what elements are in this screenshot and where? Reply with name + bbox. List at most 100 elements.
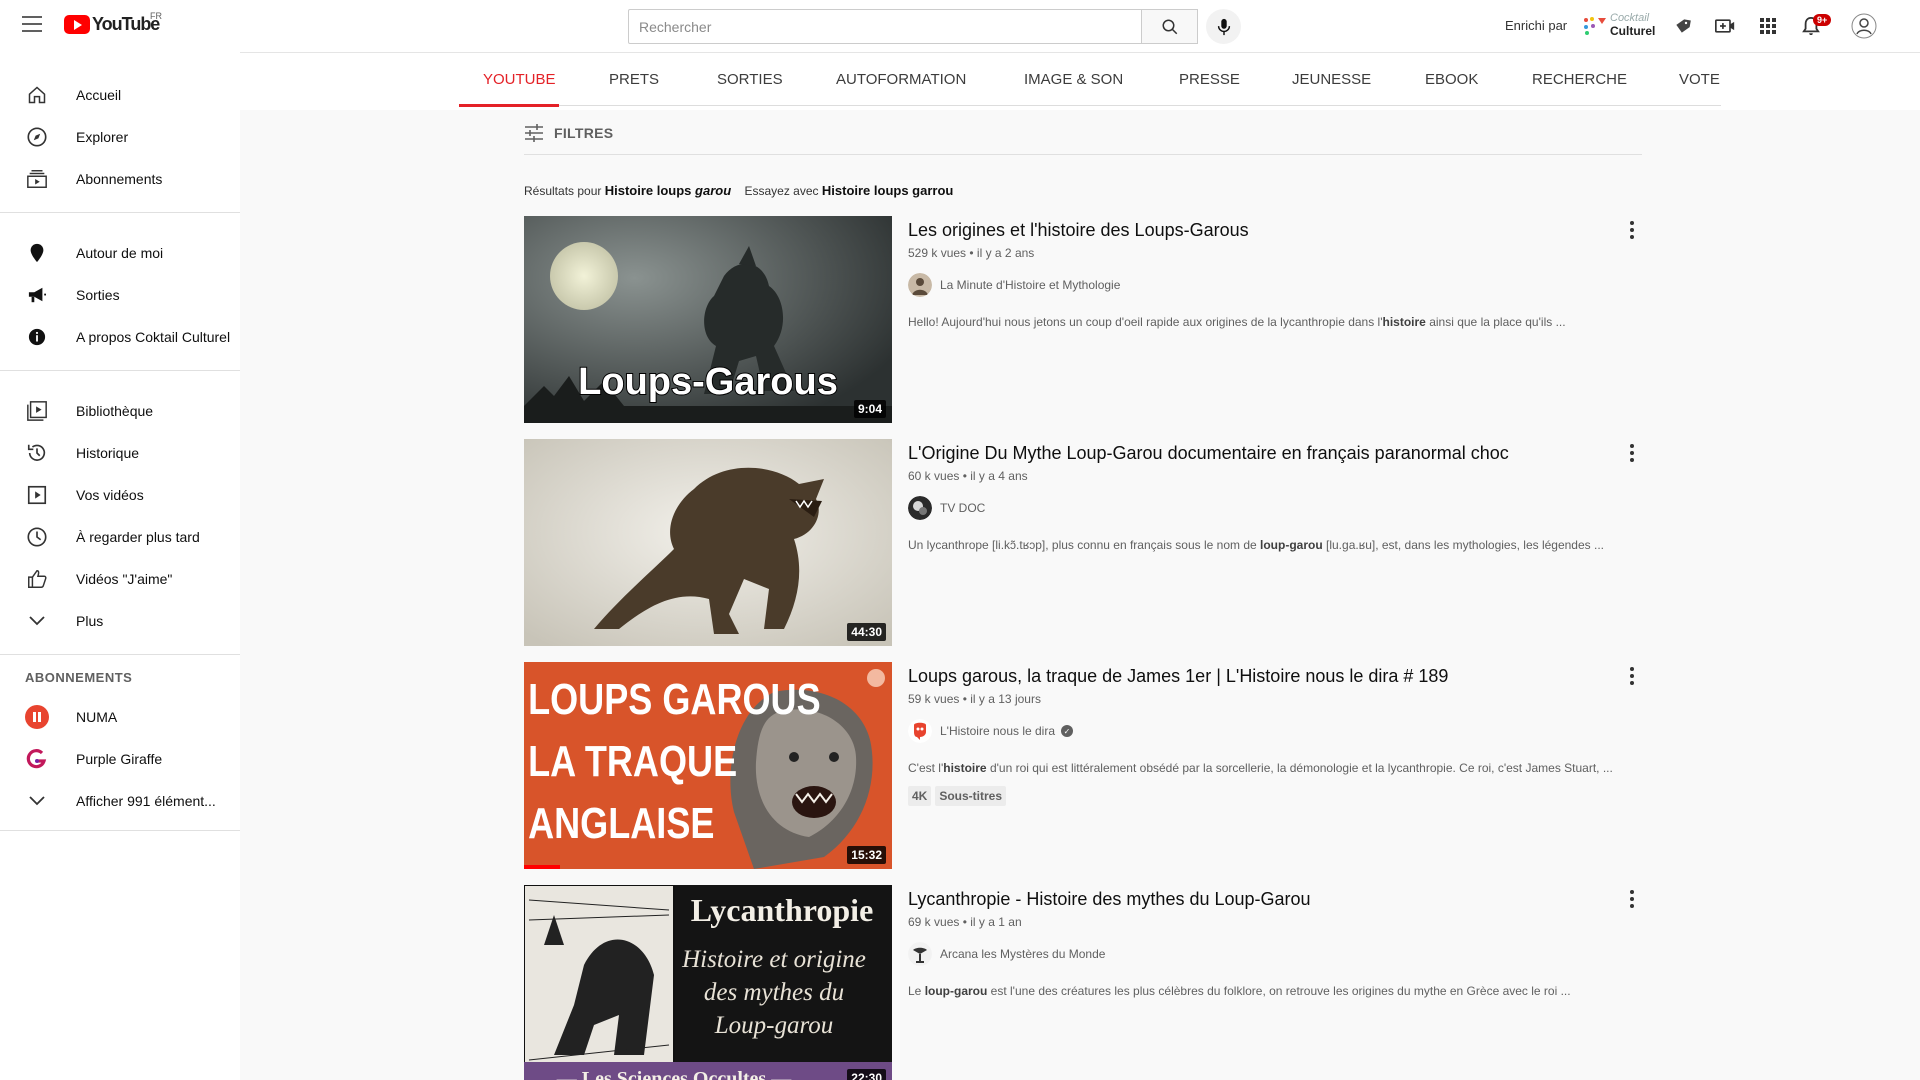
watch-later-icon <box>25 525 49 549</box>
tab-image-son[interactable]: IMAGE & SON <box>1024 71 1123 88</box>
sidebar-item-regarder-plus-tard[interactable]: À regarder plus tard <box>0 516 240 558</box>
thumbnail-text: Loup-garou <box>714 1012 834 1039</box>
menu-icon[interactable] <box>22 16 42 32</box>
video-result[interactable]: 44:30 L'Origine Du Mythe Loup-Garou docu… <box>524 439 1644 647</box>
video-title[interactable]: L'Origine Du Mythe Loup-Garou documentai… <box>908 443 1509 464</box>
suggested-query-link[interactable]: Histoire loups garrou <box>822 183 953 198</box>
video-result[interactable]: LOUPS GAROUS LA TRAQUE ANGLAISE 15:32 Lo… <box>524 662 1644 870</box>
upload-age: il y a 2 ans <box>976 246 1035 260</box>
sidebar-item-sorties[interactable]: Sorties <box>0 274 240 316</box>
description-text: Le <box>908 984 925 998</box>
sidebar-item-purple-giraffe[interactable]: Purple Giraffe <box>0 738 240 780</box>
tab-vote[interactable]: VOTE <box>1679 71 1720 88</box>
channel-link[interactable]: La Minute d'Histoire et Mythologie <box>908 273 1120 297</box>
video-title[interactable]: Les origines et l'histoire des Loups-Gar… <box>908 220 1249 241</box>
voice-search-button[interactable] <box>1206 9 1241 44</box>
video-badges: 4K Sous-titres <box>908 786 1010 806</box>
youtube-play-icon <box>64 15 90 34</box>
microphone-icon <box>1217 18 1230 35</box>
sidebar: Accueil Explorer Abonnements Autour de m… <box>0 52 240 1080</box>
sidebar-item-label: À regarder plus tard <box>76 529 200 545</box>
thumbnail-text: LA TRAQUE <box>528 737 737 786</box>
video-title[interactable]: Lycanthropie - Histoire des mythes du Lo… <box>908 889 1311 910</box>
channel-link[interactable]: Arcana les Mystères du Monde <box>908 942 1105 966</box>
sidebar-item-label: Purple Giraffe <box>76 751 163 767</box>
tab-prets[interactable]: PRETS <box>609 71 659 88</box>
youtube-logo[interactable]: YouTube FR <box>64 11 162 35</box>
thumbnail-traque-anglaise: LOUPS GAROUS LA TRAQUE ANGLAISE <box>524 662 892 869</box>
more-actions-icon[interactable] <box>1620 887 1644 911</box>
sidebar-item-historique[interactable]: Historique <box>0 432 240 474</box>
apps-button[interactable] <box>1757 15 1779 37</box>
more-actions-icon[interactable] <box>1620 218 1644 242</box>
sidebar-item-accueil[interactable]: Accueil <box>0 74 240 116</box>
video-title[interactable]: Loups garous, la traque de James 1er | L… <box>908 666 1448 687</box>
sidebar-item-explorer[interactable]: Explorer <box>0 116 240 158</box>
sidebar-item-numa[interactable]: NUMA <box>0 696 240 738</box>
thumbnail-lycanthropie: Lycanthropie Histoire et origine des myt… <box>524 885 892 1080</box>
tabs-baseline <box>459 105 1721 106</box>
video-result[interactable]: Loups-Garous 9:04 Les origines et l'hist… <box>524 216 1644 424</box>
channel-link[interactable]: L'Histoire nous le dira ✓ <box>908 719 1074 743</box>
video-thumbnail[interactable]: Loups-Garous 9:04 <box>524 216 892 423</box>
sidebar-item-abonnements[interactable]: Abonnements <box>0 158 240 200</box>
description-highlight: histoire <box>1382 315 1426 329</box>
channel-name: L'Histoire nous le dira <box>940 724 1056 738</box>
create-video-button[interactable] <box>1714 15 1736 37</box>
watch-progress-bar <box>524 865 560 869</box>
tag-button[interactable] <box>1672 15 1694 37</box>
sidebar-item-show-more-subscriptions[interactable]: Afficher 991 élément... <box>0 780 240 822</box>
thumbnail-loups-garous: Loups-Garous <box>524 216 892 423</box>
description-text: ainsi que la place qu'ils ... <box>1425 315 1566 329</box>
video-result[interactable]: Lycanthropie Histoire et origine des myt… <box>524 885 1644 1080</box>
description-text: C'est l' <box>908 761 944 775</box>
tab-jeunesse[interactable]: JEUNESSE <box>1292 71 1371 88</box>
history-icon <box>25 441 49 465</box>
sidebar-item-bibliotheque[interactable]: Bibliothèque <box>0 390 240 432</box>
sidebar-item-vos-videos[interactable]: Vos vidéos <box>0 474 240 516</box>
sidebar-item-plus[interactable]: Plus <box>0 600 240 642</box>
video-thumbnail[interactable]: 44:30 <box>524 439 892 646</box>
more-actions-icon[interactable] <box>1620 664 1644 688</box>
tab-recherche[interactable]: RECHERCHE <box>1532 71 1627 88</box>
sidebar-item-videos-jaime[interactable]: Vidéos "J'aime" <box>0 558 240 600</box>
library-icon <box>25 399 49 423</box>
video-metadata: 60 k vues • il y a 4 ans <box>908 469 1028 483</box>
sidebar-item-label: Vidéos "J'aime" <box>76 571 173 587</box>
view-count: 529 k vues <box>908 246 967 260</box>
apps-grid-icon <box>1760 18 1776 34</box>
your-videos-icon <box>25 483 49 507</box>
sidebar-item-label: Abonnements <box>76 171 163 187</box>
channel-avatar <box>908 273 932 297</box>
thumbnail-text: LOUPS GAROUS <box>528 675 821 724</box>
thumbnail-title: Lycanthropie <box>691 892 874 928</box>
account-avatar[interactable] <box>1851 13 1877 39</box>
filters-button[interactable]: FILTRES <box>524 124 613 142</box>
more-actions-icon[interactable] <box>1620 441 1644 465</box>
video-thumbnail[interactable]: Lycanthropie Histoire et origine des myt… <box>524 885 892 1080</box>
cocktail-culturel-logo[interactable]: Cocktail Culturel <box>1582 12 1658 40</box>
channel-name: TV DOC <box>940 501 986 515</box>
sidebar-item-a-propos[interactable]: A propos Coktail Culturel <box>0 316 240 358</box>
megaphone-icon <box>25 283 49 307</box>
video-thumbnail[interactable]: LOUPS GAROUS LA TRAQUE ANGLAISE 15:32 <box>524 662 892 869</box>
partner-tabs-bar: YOUTUBE PRETS SORTIES AUTOFORMATION IMAG… <box>240 52 1920 110</box>
video-duration: 9:04 <box>853 400 886 418</box>
sidebar-item-label: Plus <box>76 613 104 629</box>
video-description: Le loup-garou est l'une des créatures le… <box>908 984 1571 998</box>
tab-youtube[interactable]: YOUTUBE <box>483 71 556 88</box>
thumbnail-werewolf-creature <box>524 439 892 646</box>
tab-autoformation[interactable]: AUTOFORMATION <box>836 71 966 88</box>
search-icon <box>1162 19 1177 34</box>
tab-presse[interactable]: PRESSE <box>1179 71 1240 88</box>
search-input[interactable] <box>628 9 1142 44</box>
channel-avatar <box>908 496 932 520</box>
tab-sorties[interactable]: SORTIES <box>717 71 783 88</box>
results-query-part2: garou <box>695 183 732 198</box>
search-button[interactable] <box>1142 9 1198 44</box>
results-query[interactable]: Histoire loups garou <box>605 183 731 198</box>
thumbnail-text: Loups-Garous <box>578 361 838 403</box>
tab-ebook[interactable]: EBOOK <box>1425 71 1478 88</box>
channel-link[interactable]: TV DOC <box>908 496 985 520</box>
sidebar-item-autour-de-moi[interactable]: Autour de moi <box>0 232 240 274</box>
